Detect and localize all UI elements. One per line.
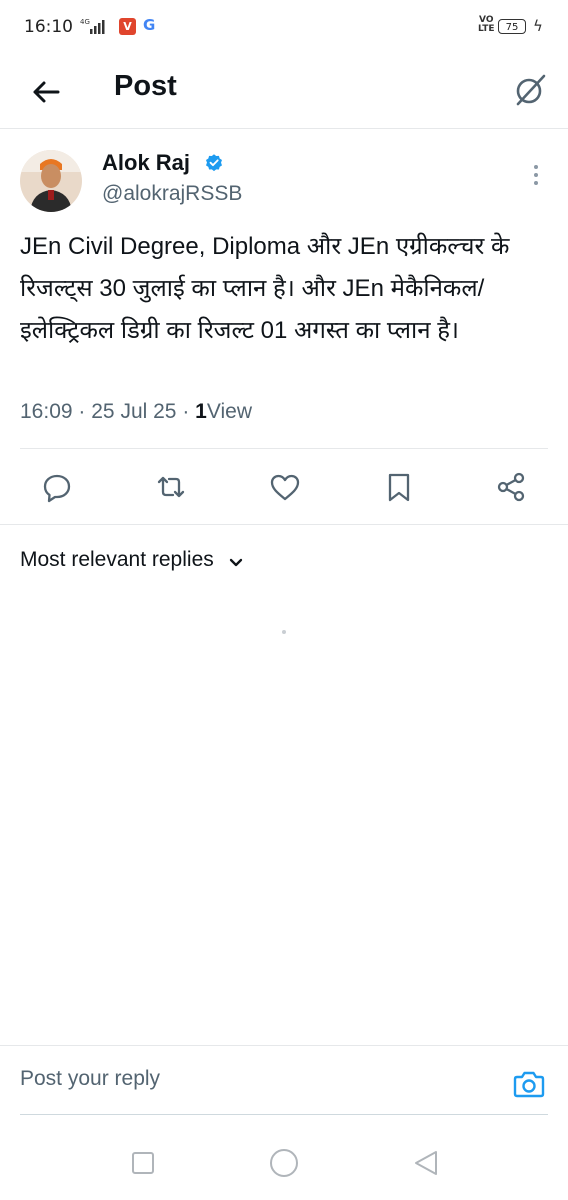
status-bar: 16:10 4G V G VO LTE 75 ϟ (0, 0, 568, 56)
replies-sort-dropdown[interactable]: Most relevant replies (20, 548, 245, 578)
page-header: Post (0, 56, 568, 129)
volte-indicator: VO LTE (478, 15, 495, 34)
arrow-left-icon[interactable] (26, 72, 66, 112)
chevron-down-icon (229, 558, 242, 566)
divider (0, 524, 568, 525)
avatar[interactable] (20, 150, 82, 212)
back-nav-icon[interactable] (410, 1147, 442, 1179)
battery-icon: 75 (498, 19, 526, 34)
status-time: 16:10 (24, 17, 73, 37)
share-icon[interactable] (494, 470, 528, 504)
reply-icon[interactable] (40, 470, 74, 504)
system-nav-bar (0, 1135, 568, 1200)
reply-composer (0, 1045, 568, 1116)
reply-input[interactable] (18, 1058, 492, 1100)
author-handle[interactable]: @alokrajRSSB (102, 182, 242, 206)
recent-apps-icon[interactable] (127, 1147, 159, 1179)
tweet-time: 16:09 (20, 400, 73, 423)
tweet-text: JEn Civil Degree, Diploma और JEn एग्रीकल… (20, 233, 510, 344)
views-count: 1 (195, 400, 207, 423)
meta-separator: · (78, 400, 86, 423)
home-icon[interactable] (268, 1147, 300, 1179)
page-title: Post (114, 70, 177, 102)
retweet-icon[interactable] (154, 470, 188, 504)
camera-icon[interactable] (512, 1068, 546, 1100)
verified-badge-icon (206, 154, 222, 172)
tweet-meta: 16:09 · 25 Jul 25 · 1View (20, 400, 252, 424)
views-label: View (206, 400, 252, 423)
like-icon[interactable] (268, 470, 302, 504)
loading-indicator (282, 630, 286, 634)
vivaldi-icon: V (119, 18, 136, 35)
svg-text:4G: 4G (80, 18, 90, 26)
tweet-actions (0, 460, 568, 514)
meta-separator: · (182, 400, 190, 423)
author-name[interactable]: Alok Raj (102, 150, 190, 176)
divider (20, 448, 548, 449)
bookmark-icon[interactable] (382, 470, 416, 504)
charging-icon: ϟ (533, 17, 543, 35)
more-options-icon[interactable] (526, 160, 546, 190)
tweet-date[interactable]: 25 Jul 25 (91, 400, 176, 423)
grok-icon[interactable] (510, 70, 550, 110)
reply-input-underline (20, 1114, 548, 1115)
replies-sort-label: Most relevant replies (20, 548, 214, 571)
google-icon: G (143, 16, 156, 34)
signal-icon: 4G (80, 18, 105, 34)
